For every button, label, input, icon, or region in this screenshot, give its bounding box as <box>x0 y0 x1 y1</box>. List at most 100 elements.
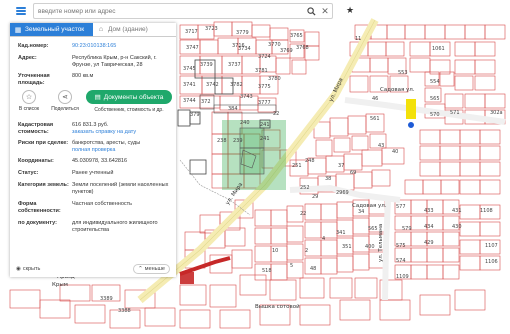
street-label-sadovaya-1: Садовая ул. <box>352 203 387 209</box>
tab-land-parcel[interactable]: ▦ Земельный участок <box>10 23 93 36</box>
svg-text:433: 433 <box>424 208 434 214</box>
svg-text:252: 252 <box>300 185 310 191</box>
field-label: Координаты: <box>18 158 54 164</box>
location-marker[interactable] <box>407 121 415 129</box>
svg-text:3724: 3724 <box>258 54 271 60</box>
svg-text:575: 575 <box>396 243 406 249</box>
search-icon[interactable] <box>304 4 318 18</box>
svg-text:3770: 3770 <box>268 42 281 48</box>
svg-text:518: 518 <box>262 268 272 274</box>
svg-text:579: 579 <box>402 226 412 232</box>
star-icon[interactable]: ★ <box>343 3 357 17</box>
search-input[interactable] <box>34 7 304 15</box>
svg-text:11: 11 <box>355 36 361 42</box>
field-area: Уточненная площадь: 800 кв.м <box>10 73 176 87</box>
svg-text:238: 238 <box>217 138 227 144</box>
yellow-parcel <box>406 99 416 119</box>
svg-text:434: 434 <box>424 224 434 230</box>
svg-text:3765: 3765 <box>290 33 303 39</box>
map-label-tower: Вышка сотовой <box>255 303 300 310</box>
tab-building[interactable]: ⌂ Дом (здание) <box>93 23 176 36</box>
field-land-category: Категория земель: Земли поселений (земли… <box>10 182 176 196</box>
field-label: Риски при сделке: <box>18 140 69 146</box>
svg-text:302а: 302а <box>490 110 503 116</box>
svg-text:430: 430 <box>452 224 462 230</box>
svg-text:239: 239 <box>233 138 243 144</box>
svg-text:1109: 1109 <box>396 274 409 280</box>
svg-text:3723: 3723 <box>205 26 218 32</box>
svg-text:3768: 3768 <box>296 45 309 51</box>
svg-text:3717: 3717 <box>185 29 198 35</box>
documents-button[interactable]: ▤ Документы объекта <box>86 90 172 104</box>
svg-text:2969: 2969 <box>336 190 349 196</box>
field-value-group: банкротства, аресты, суды полная проверк… <box>72 140 176 154</box>
menu-button[interactable] <box>12 3 30 19</box>
collapse-panel-button[interactable]: ⌃ меньше <box>133 264 170 274</box>
svg-text:565: 565 <box>368 226 378 232</box>
svg-text:10: 10 <box>272 248 278 254</box>
field-cad-cost: Кадастровая стоимость: 616 831.3 руб. за… <box>10 122 176 136</box>
chevron-up-icon: ⌃ <box>138 266 143 272</box>
svg-text:3777: 3777 <box>258 100 271 106</box>
info-panel: ▦ Земельный участок ⌂ Дом (здание) Кад.н… <box>10 23 176 277</box>
risks-value: банкротства, аресты, суды <box>72 140 141 146</box>
svg-text:429: 429 <box>424 240 434 246</box>
svg-text:248: 248 <box>305 158 315 164</box>
coordinates-value: 45.030978, 33.642816 <box>72 158 128 164</box>
svg-text:3734: 3734 <box>238 46 251 52</box>
full-check-link[interactable]: полная проверка <box>72 147 172 154</box>
svg-text:29: 29 <box>312 194 318 200</box>
svg-text:3747: 3747 <box>186 45 199 51</box>
field-address: Адрес: Республика Крым, р-н Сакский, г. … <box>10 55 176 69</box>
order-certificate-link[interactable]: заказать справку на дату <box>72 129 172 136</box>
tab-land-parcel-label: Земельный участок <box>25 26 85 33</box>
share-label: Поделиться <box>51 106 79 112</box>
panel-tabs: ▦ Земельный участок ⌂ Дом (здание) <box>10 23 176 37</box>
area-value: 800 кв.м <box>72 73 94 79</box>
svg-text:251: 251 <box>292 163 302 169</box>
svg-text:3742: 3742 <box>206 82 219 88</box>
svg-text:3769: 3769 <box>280 48 293 54</box>
cad-number-value[interactable]: 90:23:010138:165 <box>72 43 176 50</box>
search-bar: ✕ <box>33 3 333 19</box>
field-ownership: Форма собственности: Частная собственнос… <box>10 201 176 215</box>
field-label: Статус: <box>18 170 39 176</box>
svg-text:3781: 3781 <box>255 68 268 74</box>
svg-text:384: 384 <box>228 106 238 112</box>
svg-text:341: 341 <box>336 230 346 236</box>
bookmark-label: В список <box>18 106 40 112</box>
svg-text:1107: 1107 <box>485 243 498 249</box>
hide-panel-button[interactable]: ◉ скрыть <box>16 266 40 272</box>
svg-text:3737: 3737 <box>228 62 241 68</box>
land-category-value: Земли поселений (земли населенных пункто… <box>72 182 169 195</box>
map-label-krym: Крым <box>52 282 68 288</box>
svg-text:3744: 3744 <box>183 98 196 104</box>
field-risks: Риски при сделке: банкротства, аресты, с… <box>10 140 176 154</box>
svg-text:553: 553 <box>398 70 408 76</box>
svg-text:22: 22 <box>273 111 279 117</box>
svg-text:570: 570 <box>430 112 440 118</box>
close-icon[interactable]: ✕ <box>318 4 332 18</box>
tab-building-label: Дом (здание) <box>108 26 148 33</box>
svg-text:3780: 3780 <box>268 76 281 82</box>
svg-text:3388: 3388 <box>118 308 131 314</box>
svg-text:34: 34 <box>358 209 364 215</box>
svg-text:1106: 1106 <box>485 259 498 265</box>
svg-text:3745: 3745 <box>183 66 196 72</box>
svg-text:1108: 1108 <box>480 208 493 214</box>
panel-bottom-bar: ◉ скрыть ⌃ меньше <box>10 263 176 275</box>
svg-text:565: 565 <box>430 96 440 102</box>
field-label: по документу: <box>18 220 57 226</box>
svg-text:561: 561 <box>370 116 380 122</box>
field-label: Категория земель: <box>18 182 69 188</box>
svg-text:3782: 3782 <box>230 82 243 88</box>
svg-text:69: 69 <box>350 170 356 176</box>
svg-text:3743: 3743 <box>240 94 253 100</box>
svg-text:400: 400 <box>365 244 375 250</box>
house-icon: ⌂ <box>98 26 104 33</box>
svg-text:3775: 3775 <box>258 84 271 90</box>
share-button[interactable]: ⋖ Поделиться <box>50 90 80 112</box>
field-value-group: 616 831.3 руб. заказать справку на дату <box>72 122 176 136</box>
svg-text:46: 46 <box>372 96 378 102</box>
bookmark-button[interactable]: ☆ В список <box>14 90 44 112</box>
